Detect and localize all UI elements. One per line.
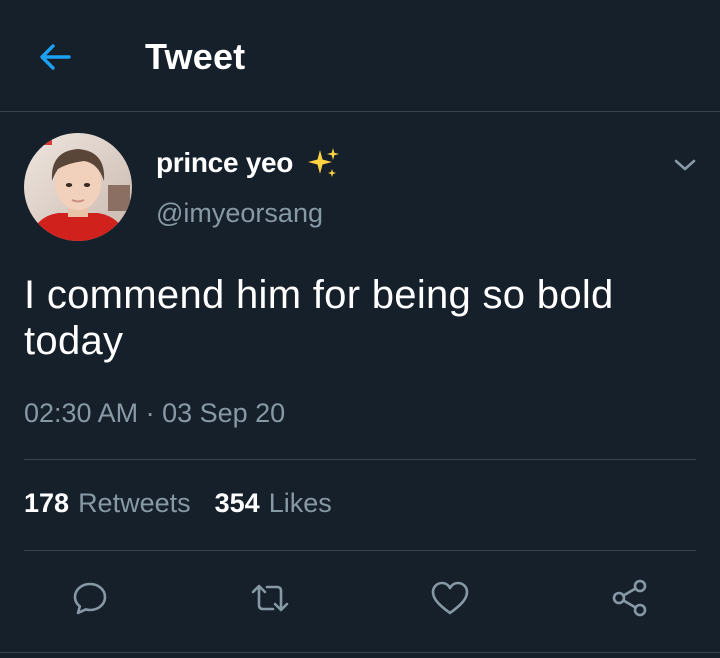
retweets-label[interactable]: Retweets <box>78 488 191 519</box>
more-options-button[interactable] <box>668 148 702 182</box>
chevron-down-icon <box>674 159 696 171</box>
like-button[interactable] <box>420 568 480 628</box>
sparkles-icon <box>308 148 339 177</box>
avatar-image <box>24 133 132 241</box>
share-icon <box>612 579 647 617</box>
display-name[interactable]: prince yeo <box>156 147 293 179</box>
page-title: Tweet <box>145 36 246 77</box>
retweet-count[interactable]: 178 <box>24 488 69 519</box>
action-bar <box>0 568 720 630</box>
retweet-button[interactable] <box>240 568 300 628</box>
tweet-stats: 178 Retweets 354 Likes <box>24 488 356 519</box>
divider <box>0 652 720 653</box>
avatar[interactable] <box>24 133 132 241</box>
top-app-bar: Tweet <box>0 0 720 112</box>
reply-icon <box>73 582 107 615</box>
like-count[interactable]: 354 <box>215 488 260 519</box>
tweet-timestamp: 02:30 AM · 03 Sep 20 <box>24 398 286 428</box>
share-button[interactable] <box>600 568 660 628</box>
divider <box>24 550 696 551</box>
heart-icon <box>431 581 469 615</box>
tweet-text: I commend him for being so bold today <box>24 273 614 363</box>
user-handle[interactable]: @imyeorsang <box>156 198 323 229</box>
reply-button[interactable] <box>60 568 120 628</box>
retweet-icon <box>251 584 289 612</box>
likes-label[interactable]: Likes <box>269 488 332 519</box>
divider <box>24 459 696 460</box>
back-button[interactable] <box>30 32 80 82</box>
arrow-left-icon <box>40 44 71 70</box>
